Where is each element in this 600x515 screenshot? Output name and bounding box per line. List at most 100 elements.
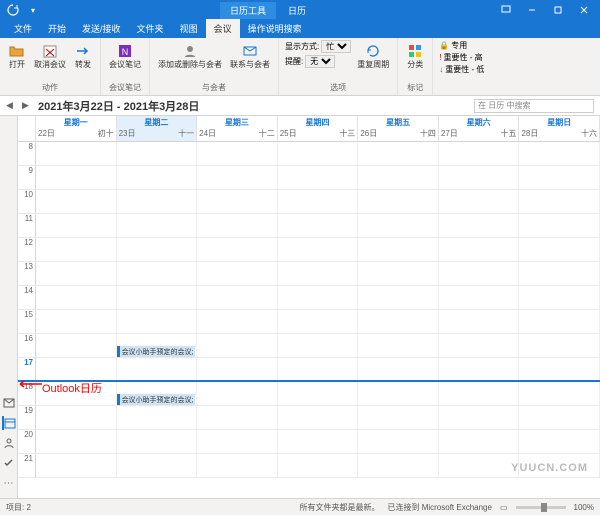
onenote-button[interactable]: N会议笔记: [107, 40, 143, 71]
view-normal-icon[interactable]: ▭: [500, 503, 508, 512]
calendar-cell[interactable]: [278, 310, 359, 333]
calendar-cell[interactable]: [36, 310, 117, 333]
calendar-cell[interactable]: [278, 190, 359, 213]
calendar-cell[interactable]: [278, 454, 359, 477]
calendar-cell[interactable]: [36, 358, 117, 380]
calendar-cell[interactable]: [439, 430, 520, 453]
tab-home[interactable]: 开始: [40, 19, 74, 38]
calendar-cell[interactable]: [439, 262, 520, 285]
calendar-cell[interactable]: [358, 190, 439, 213]
calendar-cell[interactable]: [439, 334, 520, 357]
calendar-cell[interactable]: [36, 454, 117, 477]
calendar-cell[interactable]: [278, 214, 359, 237]
calendar-cell[interactable]: [519, 310, 600, 333]
calendar-cell[interactable]: [117, 262, 198, 285]
calendar-cell[interactable]: [197, 166, 278, 189]
calendar-cell[interactable]: [439, 142, 520, 165]
tab-file[interactable]: 文件: [6, 19, 40, 38]
calendar-cell[interactable]: [278, 382, 359, 405]
reminder-select[interactable]: 无: [305, 55, 335, 68]
show-as-select[interactable]: 忙: [321, 40, 351, 53]
calendar-cell[interactable]: [358, 430, 439, 453]
cancel-meeting-button[interactable]: 取消会议: [32, 40, 68, 71]
calendar-cell[interactable]: [36, 262, 117, 285]
calendar-cell[interactable]: [197, 310, 278, 333]
calendar-cell[interactable]: [197, 454, 278, 477]
day-header[interactable]: 星期一22日初十: [36, 116, 117, 141]
calendar-cell[interactable]: [278, 142, 359, 165]
calendar-cell[interactable]: [439, 358, 520, 380]
calendar-event[interactable]: 会议小助手预定的会议; http: [117, 346, 196, 357]
calendar-cell[interactable]: [519, 190, 600, 213]
calendar-cell[interactable]: [197, 406, 278, 429]
calendar-cell[interactable]: [197, 142, 278, 165]
calendar-cell[interactable]: [197, 214, 278, 237]
calendar-cell[interactable]: [519, 358, 600, 380]
calendar-cell[interactable]: [117, 358, 198, 380]
calendar-cell[interactable]: [358, 382, 439, 405]
people-rail-button[interactable]: [2, 436, 16, 450]
calendar-cell[interactable]: [36, 430, 117, 453]
private-button[interactable]: 🔒专用: [439, 40, 484, 51]
calendar-cell[interactable]: [519, 262, 600, 285]
calendar-cell[interactable]: [278, 262, 359, 285]
forward-button[interactable]: 转发: [72, 40, 94, 71]
calendar-cell[interactable]: [439, 190, 520, 213]
refresh-icon[interactable]: [6, 3, 20, 17]
tab-sendreceive[interactable]: 发送/接收: [74, 19, 129, 38]
calendar-cell[interactable]: [117, 310, 198, 333]
calendar-cell[interactable]: [439, 382, 520, 405]
categorize-button[interactable]: 分类: [404, 40, 426, 71]
mail-rail-button[interactable]: [2, 396, 16, 410]
day-header[interactable]: 星期六27日十五: [439, 116, 520, 141]
calendar-cell[interactable]: [519, 142, 600, 165]
minimize-icon[interactable]: [520, 1, 544, 19]
low-importance-button[interactable]: ↓重要性 - 低: [439, 64, 484, 75]
calendar-cell[interactable]: [278, 430, 359, 453]
calendar-cell[interactable]: [358, 358, 439, 380]
calendar-cell[interactable]: [197, 190, 278, 213]
calendar-search-input[interactable]: 在 日历 中搜索: [474, 99, 594, 113]
calendar-cell[interactable]: [117, 286, 198, 309]
calendar-cell[interactable]: [117, 238, 198, 261]
next-week-button[interactable]: ▶: [22, 100, 32, 111]
tab-tellme[interactable]: 操作说明搜索: [240, 19, 310, 38]
day-header[interactable]: 星期二23日十一: [117, 116, 198, 141]
calendar-cell[interactable]: [358, 142, 439, 165]
calendar-cell[interactable]: [36, 406, 117, 429]
calendar-cell[interactable]: [197, 238, 278, 261]
calendar-cell[interactable]: [519, 286, 600, 309]
calendar-cell[interactable]: [197, 430, 278, 453]
close-icon[interactable]: [572, 1, 596, 19]
calendar-rail-button[interactable]: [2, 416, 16, 430]
calendar-cell[interactable]: [358, 238, 439, 261]
qat-dropdown-icon[interactable]: ▾: [26, 3, 40, 17]
calendar-cell[interactable]: [439, 286, 520, 309]
calendar-cell[interactable]: [439, 238, 520, 261]
calendar-cell[interactable]: [197, 334, 278, 357]
calendar-cell[interactable]: [519, 382, 600, 405]
calendar-cell[interactable]: [439, 406, 520, 429]
calendar-cell[interactable]: [519, 214, 600, 237]
calendar-cell[interactable]: [519, 238, 600, 261]
recurrence-button[interactable]: 重复周期: [355, 40, 391, 71]
calendar-cell[interactable]: [117, 190, 198, 213]
calendar-cell[interactable]: [197, 262, 278, 285]
calendar-cell[interactable]: [278, 238, 359, 261]
calendar-cell[interactable]: [278, 358, 359, 380]
open-button[interactable]: 打开: [6, 40, 28, 71]
calendar-cell[interactable]: [36, 166, 117, 189]
calendar-cell[interactable]: [358, 286, 439, 309]
calendar-cell[interactable]: [36, 238, 117, 261]
calendar-cell[interactable]: [358, 334, 439, 357]
calendar-cell[interactable]: [197, 358, 278, 380]
calendar-cell[interactable]: [278, 334, 359, 357]
calendar-cell[interactable]: [197, 286, 278, 309]
day-header[interactable]: 星期五26日十四: [358, 116, 439, 141]
calendar-cell[interactable]: [117, 430, 198, 453]
calendar-cell[interactable]: [117, 166, 198, 189]
calendar-cell[interactable]: [36, 334, 117, 357]
calendar-cell[interactable]: [278, 166, 359, 189]
calendar-cell[interactable]: [439, 214, 520, 237]
calendar-cell[interactable]: [358, 214, 439, 237]
